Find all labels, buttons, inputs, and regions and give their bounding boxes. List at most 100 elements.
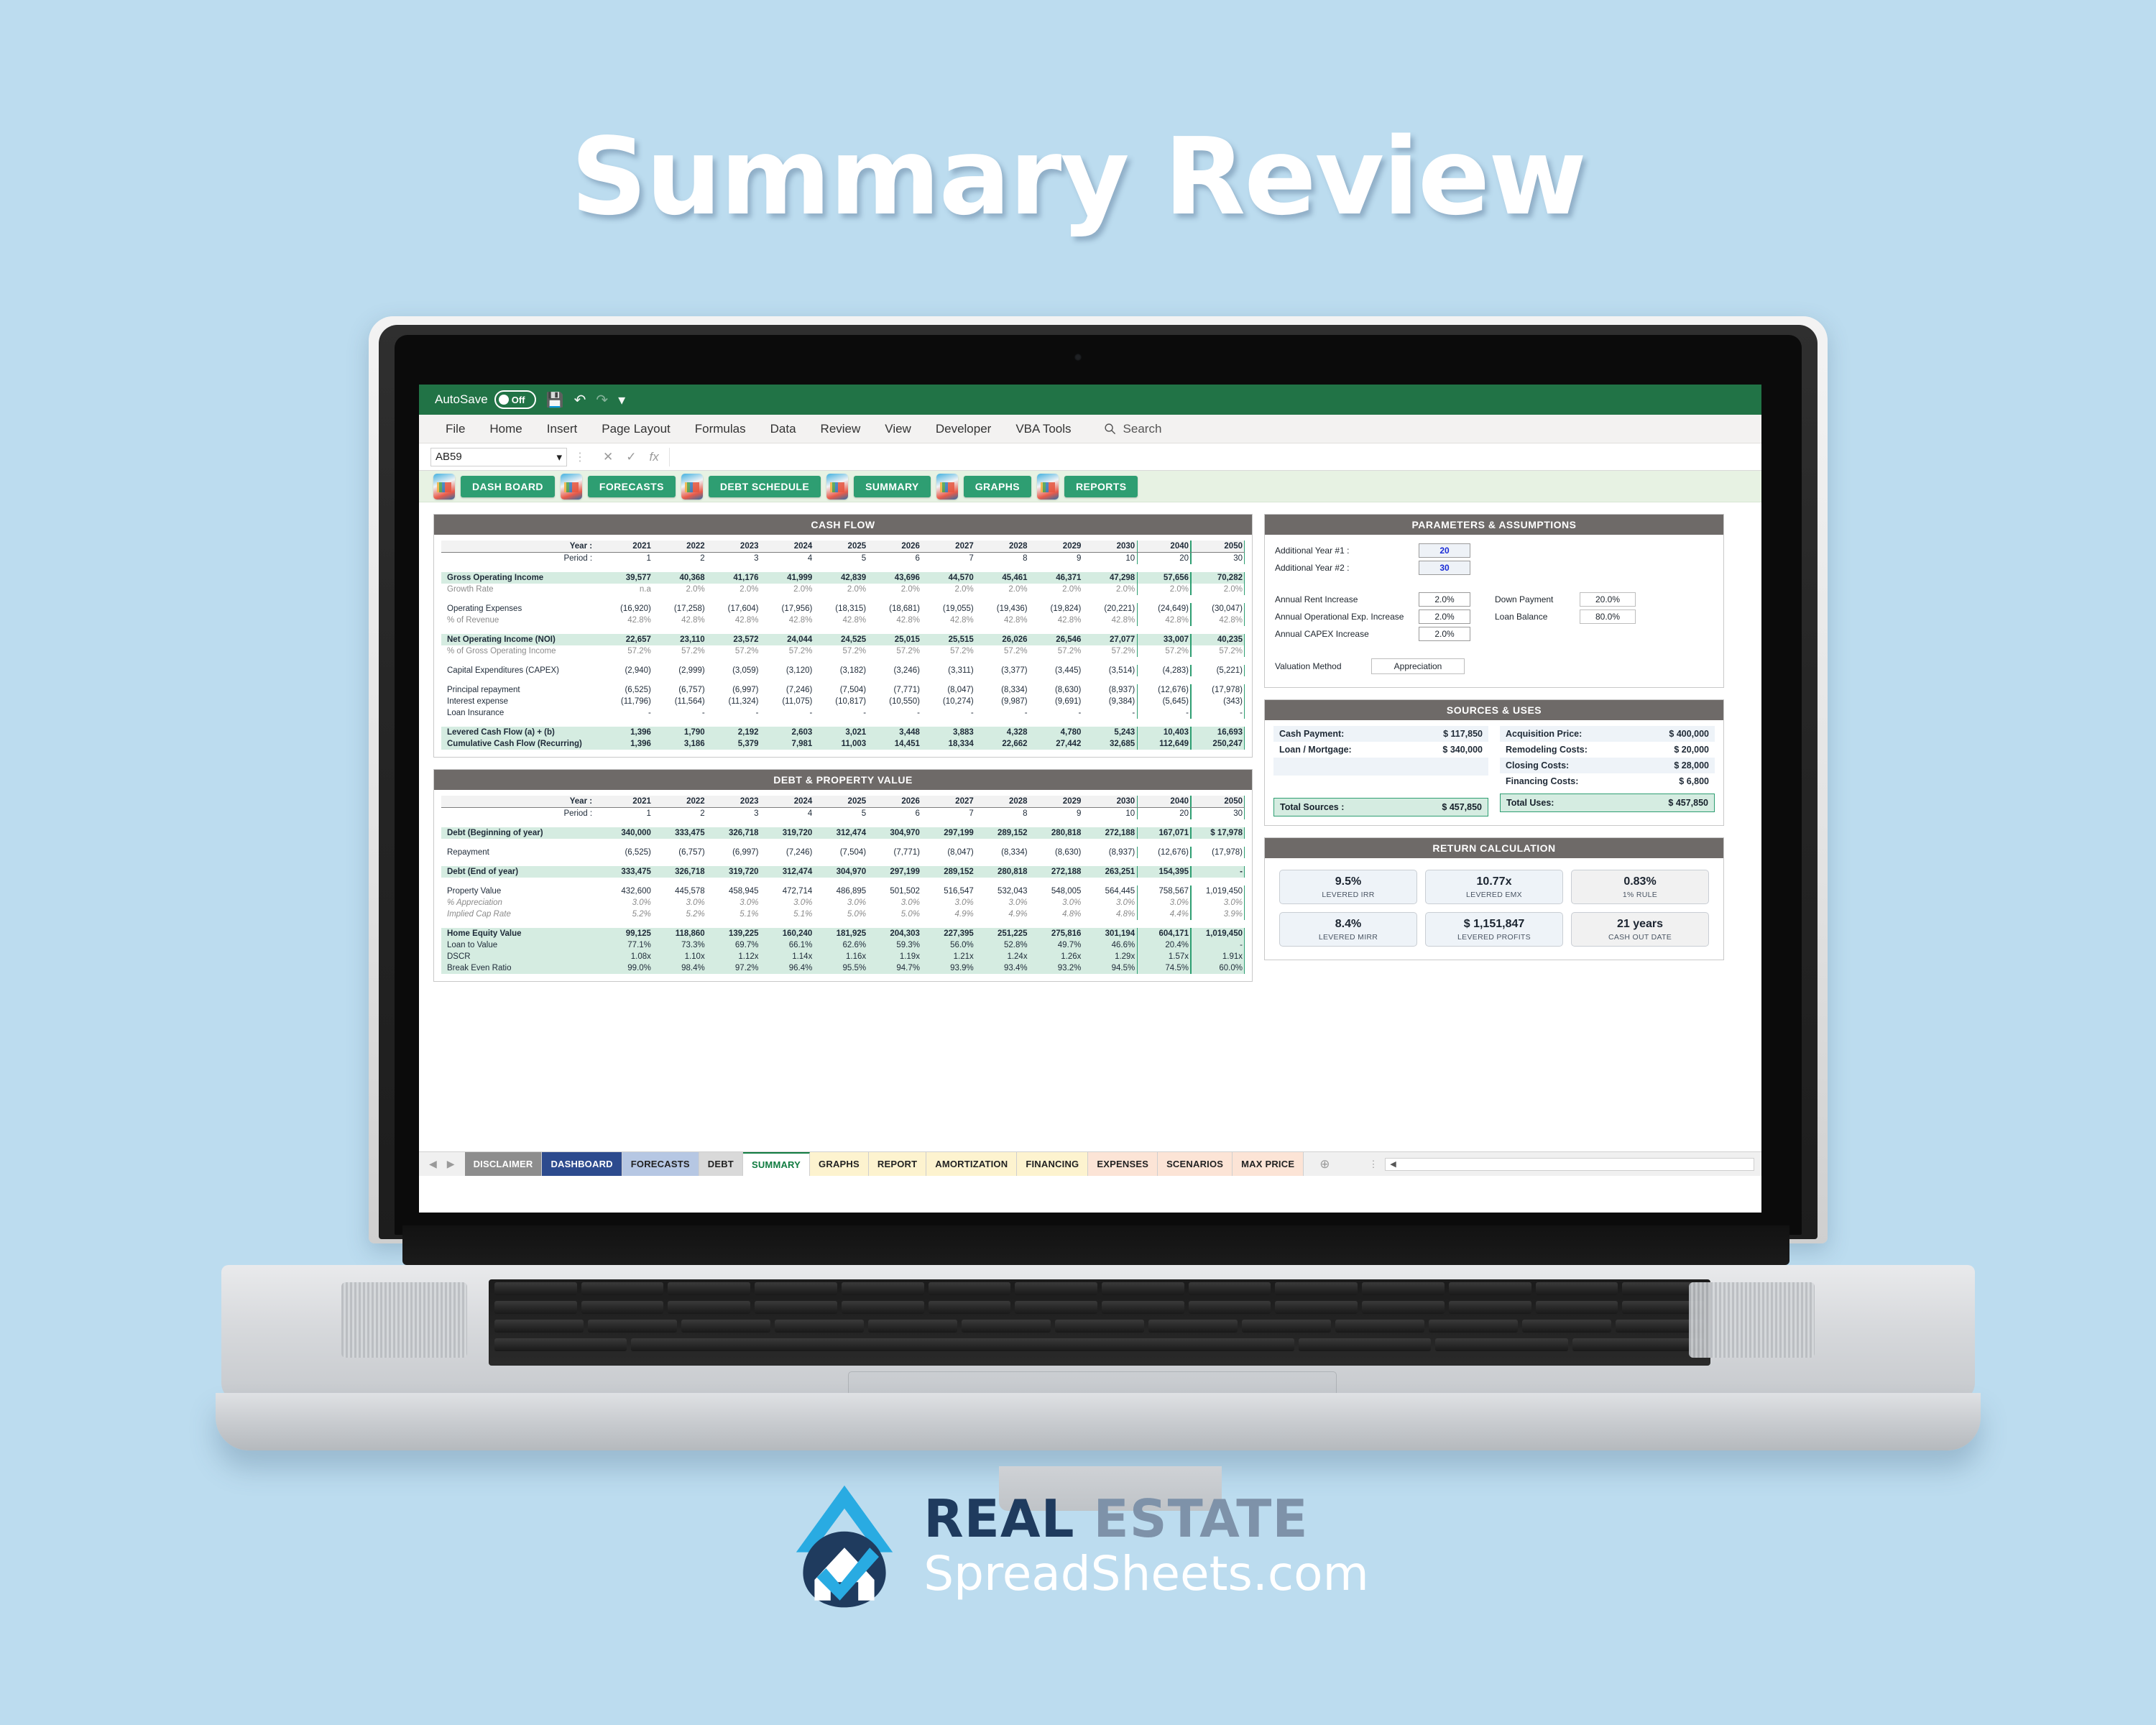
data-cell: (18,315) xyxy=(835,604,867,613)
data-cell: 319,720 xyxy=(782,829,813,837)
confirm-icon[interactable]: ✓ xyxy=(626,450,636,464)
year-header-cell: 2040 xyxy=(1137,540,1192,553)
label-financing-costs: Financing Costs: xyxy=(1506,776,1579,786)
next-sheet-icon[interactable]: ▶ xyxy=(447,1158,455,1170)
scrollbar-track[interactable]: ◀ xyxy=(1385,1157,1754,1171)
data-cell: (8,334) xyxy=(1001,848,1028,857)
house-check-logo-icon xyxy=(796,1485,893,1608)
period-header-cell: 7 xyxy=(969,554,974,563)
ribbon-tab-file[interactable]: File xyxy=(433,415,477,443)
sheet-tab-report[interactable]: REPORT xyxy=(868,1152,927,1176)
year-header-cell: 2050 xyxy=(1191,796,1245,808)
ribbon-tab-insert[interactable]: Insert xyxy=(535,415,590,443)
ribbon-tab-home[interactable]: Home xyxy=(477,415,534,443)
sources-uses-panel: SOURCES & USES Cash Payment: $ 117,850 L… xyxy=(1264,699,1724,826)
name-box[interactable]: AB59 ▾ xyxy=(430,447,567,466)
table-spacer-row xyxy=(441,719,1245,727)
redo-icon[interactable]: ↷ xyxy=(596,391,608,409)
data-cell: 41,176 xyxy=(733,574,759,582)
formula-input[interactable] xyxy=(668,447,1761,466)
ribbon-tab-developer[interactable]: Developer xyxy=(923,415,1004,443)
input-loan-balance[interactable]: 80.0% xyxy=(1580,610,1636,624)
laptop-hinge xyxy=(402,1225,1789,1265)
value-remodeling-costs: $ 20,000 xyxy=(1674,745,1709,755)
data-cell: 2.0% xyxy=(900,585,920,594)
input-additional-year-1[interactable]: 20 xyxy=(1419,543,1470,558)
ribbon-tab-view[interactable]: View xyxy=(872,415,923,443)
chevron-down-icon[interactable]: ▾ xyxy=(556,451,562,464)
sheet-tab-expenses[interactable]: EXPENSES xyxy=(1088,1152,1158,1176)
ribbon-tab-page-layout[interactable]: Page Layout xyxy=(589,415,682,443)
sheet-tab-scenarios[interactable]: SCENARIOS xyxy=(1158,1152,1233,1176)
nav-button-graphs[interactable]: GRAPHS xyxy=(963,475,1031,497)
ribbon-tab-formulas[interactable]: Formulas xyxy=(683,415,758,443)
autosave-toggle[interactable]: Off xyxy=(494,390,536,409)
period-header-cell: 3 xyxy=(754,809,759,818)
table-row: DSCR 1.08x 1.10x 1.12x 1.14x 1.16x 1.19x 1.21x 1… xyxy=(441,951,1245,962)
sheet-tab-summary[interactable]: SUMMARY xyxy=(742,1152,811,1176)
row-label: % Appreciation xyxy=(447,898,502,907)
select-valuation-method[interactable]: Appreciation xyxy=(1371,658,1465,674)
data-cell: (11,075) xyxy=(782,697,813,706)
data-cell: $ 17,978 xyxy=(1191,827,1245,839)
ribbon-tab-review[interactable]: Review xyxy=(808,415,873,443)
row-label: Principal repayment xyxy=(447,686,520,694)
data-cell: (5,221) xyxy=(1191,665,1245,676)
sheet-tab-debt[interactable]: DEBT xyxy=(699,1152,743,1176)
nav-button-dashboard[interactable]: DASH BOARD xyxy=(461,475,555,497)
nav-button-reports[interactable]: REPORTS xyxy=(1064,475,1138,497)
data-cell: 3,883 xyxy=(952,728,974,737)
input-down-payment[interactable]: 20.0% xyxy=(1580,592,1636,607)
sheet-tab-disclaimer[interactable]: DISCLAIMER xyxy=(464,1152,543,1176)
data-cell: 3.0% xyxy=(1191,897,1245,908)
data-cell: 1.19x xyxy=(899,952,920,961)
data-cell: 326,718 xyxy=(675,868,705,876)
data-cell: (5,645) xyxy=(1137,696,1191,707)
data-cell: 1.26x xyxy=(1061,952,1082,961)
previous-sheet-icon[interactable]: ◀ xyxy=(429,1158,437,1170)
data-cell: 22,662 xyxy=(1002,740,1028,748)
add-sheet-icon[interactable]: ⊕ xyxy=(1304,1152,1345,1176)
horizontal-scrollbar[interactable]: ⋮ ◀ xyxy=(1345,1152,1761,1176)
sheet-tab-financing[interactable]: FINANCING xyxy=(1017,1152,1089,1176)
nav-button-summary[interactable]: SUMMARY xyxy=(854,475,931,497)
total-uses-row: Total Uses: $ 457,850 xyxy=(1500,794,1715,812)
nav-button-forecasts[interactable]: FORECASTS xyxy=(587,475,676,497)
data-cell: 42.8% xyxy=(1003,616,1028,625)
sheet-tab-graphs[interactable]: GRAPHS xyxy=(810,1152,869,1176)
insert-function-icon[interactable]: fx xyxy=(650,450,659,464)
return-metric-card: 10.77x LEVERED EMX xyxy=(1425,870,1563,904)
autosave-control[interactable]: AutoSave Off xyxy=(435,390,536,409)
data-cell: 27,442 xyxy=(1056,740,1082,748)
input-annual-opex-increase[interactable]: 2.0% xyxy=(1419,610,1470,624)
input-annual-capex-increase[interactable]: 2.0% xyxy=(1419,627,1470,641)
sheet-tab-amortization[interactable]: AMORTIZATION xyxy=(926,1152,1018,1176)
source-row-blank-2 xyxy=(1273,776,1488,794)
sheet-tab-dashboard[interactable]: DASHBOARD xyxy=(542,1152,622,1176)
toggle-knob xyxy=(498,395,509,405)
sheet-tab-forecasts[interactable]: FORECASTS xyxy=(622,1152,699,1176)
ribbon-tab-data[interactable]: Data xyxy=(758,415,808,443)
data-cell: (6,757) xyxy=(678,686,705,694)
input-annual-rent-increase[interactable]: 2.0% xyxy=(1419,592,1470,607)
input-additional-year-2[interactable]: 30 xyxy=(1419,561,1470,575)
sheet-nav-arrows[interactable]: ◀ ▶ xyxy=(419,1152,465,1176)
search-box[interactable]: Search xyxy=(1104,422,1161,436)
reports-nav-icon xyxy=(1036,473,1059,500)
uses-column: Acquisition Price: $ 400,000 Remodeling … xyxy=(1500,726,1715,816)
data-cell: 26,546 xyxy=(1056,635,1082,644)
period-header-cell: 5 xyxy=(861,554,867,563)
ribbon-tab-vba-tools[interactable]: VBA Tools xyxy=(1003,415,1083,443)
return-metric-card: 21 years CASH OUT DATE xyxy=(1571,912,1709,947)
value-total-uses: $ 457,850 xyxy=(1668,798,1708,808)
period-header-cell: 30 xyxy=(1191,808,1245,820)
data-cell: 1,790 xyxy=(683,728,705,737)
cancel-icon[interactable]: ✕ xyxy=(603,450,613,464)
customize-quick-access-icon[interactable]: ▾ xyxy=(618,391,625,409)
undo-icon[interactable]: ↶ xyxy=(574,391,586,409)
sheet-tab-max-price[interactable]: MAX PRICE xyxy=(1233,1152,1304,1176)
nav-button-debt-schedule[interactable]: DEBT SCHEDULE xyxy=(708,475,821,497)
data-cell: 93.2% xyxy=(1057,964,1082,972)
save-icon[interactable]: 💾 xyxy=(546,391,564,409)
scroll-left-icon[interactable]: ◀ xyxy=(1386,1159,1400,1169)
